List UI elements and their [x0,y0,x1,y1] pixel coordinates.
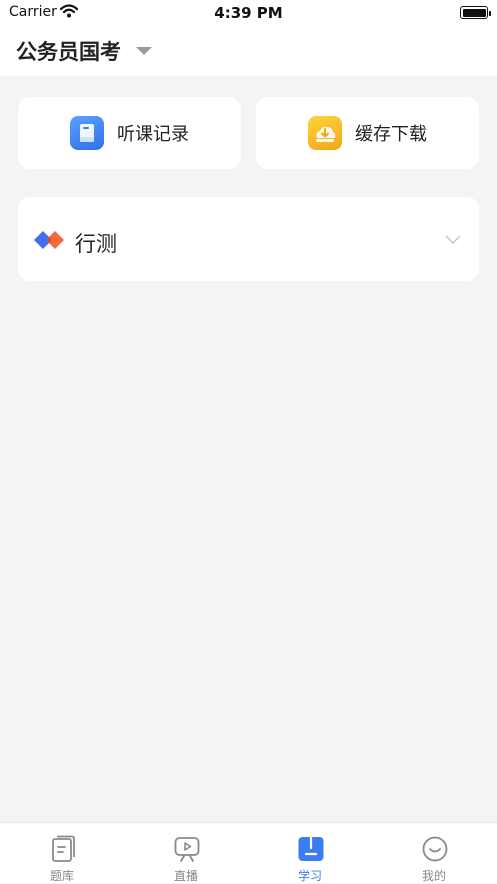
caret-down-icon[interactable] [135,46,153,56]
question-bank-icon [52,835,75,862]
header: 公务员国考 [0,26,497,76]
study-icon [298,835,324,861]
history-card[interactable]: 听课记录 [18,97,241,169]
tab-label: 我的 [421,869,446,883]
tab-label: 学习 [297,869,322,883]
book-icon [70,116,104,150]
live-tv-icon [174,837,200,862]
download-label: 缓存下载 [355,124,427,145]
tab-bar: 题库 直播 学习 我的 [0,822,497,883]
tab-label: 题库 [49,869,74,883]
tab-question-bank[interactable]: 题库 [0,823,124,884]
subject-label: 行测 [75,232,117,256]
tab-profile[interactable]: 我的 [372,823,496,884]
chevron-down-icon[interactable] [445,235,461,245]
tab-label: 直播 [173,869,198,883]
battery-icon [460,6,491,19]
tab-study[interactable]: 学习 [248,823,372,884]
exam-selector-title[interactable]: 公务员国考 [16,36,121,66]
status-bar: Carrier 4:39 PM [0,0,497,26]
history-label: 听课记录 [117,124,189,145]
status-time: 4:39 PM [214,4,283,22]
diamonds-icon [34,231,64,249]
download-card[interactable]: 缓存下载 [256,97,479,169]
tab-live[interactable]: 直播 [124,823,248,884]
smiley-icon [422,836,448,862]
download-cloud-icon [308,116,342,150]
